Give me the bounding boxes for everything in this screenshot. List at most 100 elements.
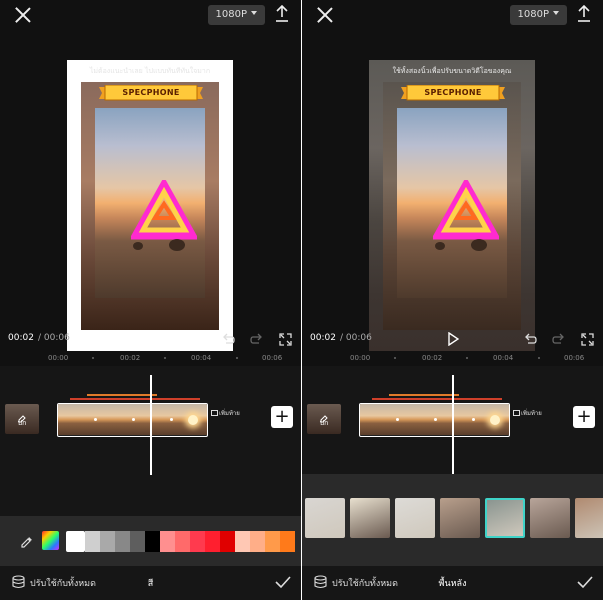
ruler-tick: 00:04 [191,354,212,362]
audio-track[interactable] [372,398,502,400]
timeline[interactable]: ปก เพิ่มท้าย + [302,366,603,475]
color-swatch[interactable] [66,531,85,552]
color-swatch[interactable] [130,531,145,552]
color-swatch[interactable] [115,531,130,552]
tree-shape [471,239,487,251]
ruler-dot [164,357,166,359]
clip-thumbnail [134,404,172,435]
cover-label: ปก [17,419,27,427]
canvas-caption: ใช้ทั้งสองนิ้วเพื่อปรับขนาดวิดีโอของคุณ [392,67,512,75]
add-ending-button[interactable]: เพิ่มท้าย [513,408,542,418]
banner-text: SPECPHONE [424,88,482,97]
fullscreen-icon[interactable] [581,331,594,346]
timeline[interactable]: ปก เพิ่มท้าย + [0,366,301,516]
bottom-toolbar: ปรับใช้กับทั้งหมด พื้นหลัง [302,566,603,600]
background-thumbnails [305,498,603,538]
clip-divider [434,418,437,421]
color-swatch[interactable] [100,531,115,552]
add-clip-button[interactable]: + [271,406,293,428]
preview-canvas[interactable]: ใช้ทั้งสองนิ้วเพื่อปรับขนาดวิดีโอของคุณ … [369,60,535,354]
playhead[interactable] [452,375,454,475]
cover-button[interactable]: ปก [307,404,341,434]
video-frame [397,108,507,298]
clip-divider [132,418,135,421]
clip-thumbnail [360,404,398,435]
audio-track[interactable] [87,394,157,396]
add-ending-button[interactable]: เพิ่มท้าย [211,408,240,418]
video-clip[interactable] [359,403,510,437]
export-icon[interactable] [577,4,591,23]
time-ruler: 00:00 00:02 00:04 00:06 [0,351,301,365]
preview-canvas[interactable]: ไม่ต้องแนะนำเลย ไปแบบทันทีทันใจมาก SPECP… [67,60,233,354]
footer-title: สี [147,579,154,589]
color-swatch[interactable] [160,531,175,552]
color-swatch[interactable] [220,531,235,552]
ruler-dot [92,357,94,359]
resolution-button[interactable]: 1080P [509,5,567,25]
background-picker-bar [302,474,603,566]
add-clip-button[interactable]: + [573,406,595,428]
close-icon[interactable] [14,6,32,24]
video-clip[interactable] [57,403,208,437]
color-swatch[interactable] [190,531,205,552]
check-icon[interactable] [577,574,593,589]
ruler-dot [466,357,468,359]
color-swatch[interactable] [85,531,100,552]
redo-icon[interactable] [250,331,263,344]
ruler-dot [538,357,540,359]
play-icon[interactable] [145,331,158,347]
cover-button[interactable]: ปก [5,404,39,434]
editor-panel-color: 1080P ไม่ต้องแนะนำเลย ไปแบบทันทีทันใจมาก… [0,0,301,600]
background-thumbnail[interactable] [395,498,435,538]
ruler-tick: 00:02 [422,354,443,362]
color-swatch[interactable] [175,531,190,552]
tree-shape [435,242,445,250]
background-thumbnail[interactable] [440,498,480,538]
ruler-tick: 00:02 [120,354,141,362]
resolution-label: 1080P [215,9,247,20]
banner-text: SPECPHONE [122,88,180,97]
undo-icon[interactable] [524,331,537,344]
playhead[interactable] [150,375,152,475]
video-preview[interactable]: ไม่ต้องแนะนำเลย ไปแบบทันทีทันใจมาก SPECP… [0,30,301,354]
ruler-tick: 00:00 [350,354,371,362]
redo-icon[interactable] [552,331,565,344]
ruler-tick: 00:06 [262,354,283,362]
time-ruler: 00:00 00:02 00:04 00:06 [302,351,603,365]
bottom-toolbar: ปรับใช้กับทั้งหมด สี [0,566,301,600]
background-thumbnail[interactable] [350,498,390,538]
ending-icon [513,410,520,416]
ruler-tick: 00:00 [48,354,69,362]
undo-icon[interactable] [222,331,235,344]
resolution-label: 1080P [517,9,549,20]
color-swatch[interactable] [205,531,220,552]
play-icon[interactable] [447,331,460,347]
color-swatch[interactable] [250,531,265,552]
color-swatch[interactable] [265,531,280,552]
export-icon[interactable] [275,4,289,23]
eyedropper-icon[interactable] [20,534,34,548]
color-swatch[interactable] [280,531,295,552]
background-thumbnail[interactable] [575,498,603,538]
total-time: / 00:06 [340,333,372,343]
clip-divider [396,418,399,421]
playback-row: 00:02 / 00:06 [0,330,301,347]
top-bar: 1080P [302,0,603,30]
editor-panel-background: 1080P ใช้ทั้งสองนิ้วเพื่อปรับขนาดวิดีโอข… [302,0,603,600]
background-thumbnail[interactable] [485,498,525,538]
ending-icon [211,410,218,416]
fullscreen-icon[interactable] [279,331,292,346]
background-thumbnail[interactable] [530,498,570,538]
close-icon[interactable] [316,6,334,24]
resolution-button[interactable]: 1080P [207,5,265,25]
video-preview[interactable]: ใช้ทั้งสองนิ้วเพื่อปรับขนาดวิดีโอของคุณ … [302,30,603,354]
background-thumbnail[interactable] [305,498,345,538]
audio-track[interactable] [70,398,200,400]
color-swatch[interactable] [235,531,250,552]
audio-track[interactable] [389,394,459,396]
check-icon[interactable] [275,574,291,589]
color-swatch[interactable] [145,531,160,552]
color-wheel-button[interactable] [42,531,59,550]
color-picker-bar [0,516,301,566]
footer-title: พื้นหลัง [438,579,467,589]
